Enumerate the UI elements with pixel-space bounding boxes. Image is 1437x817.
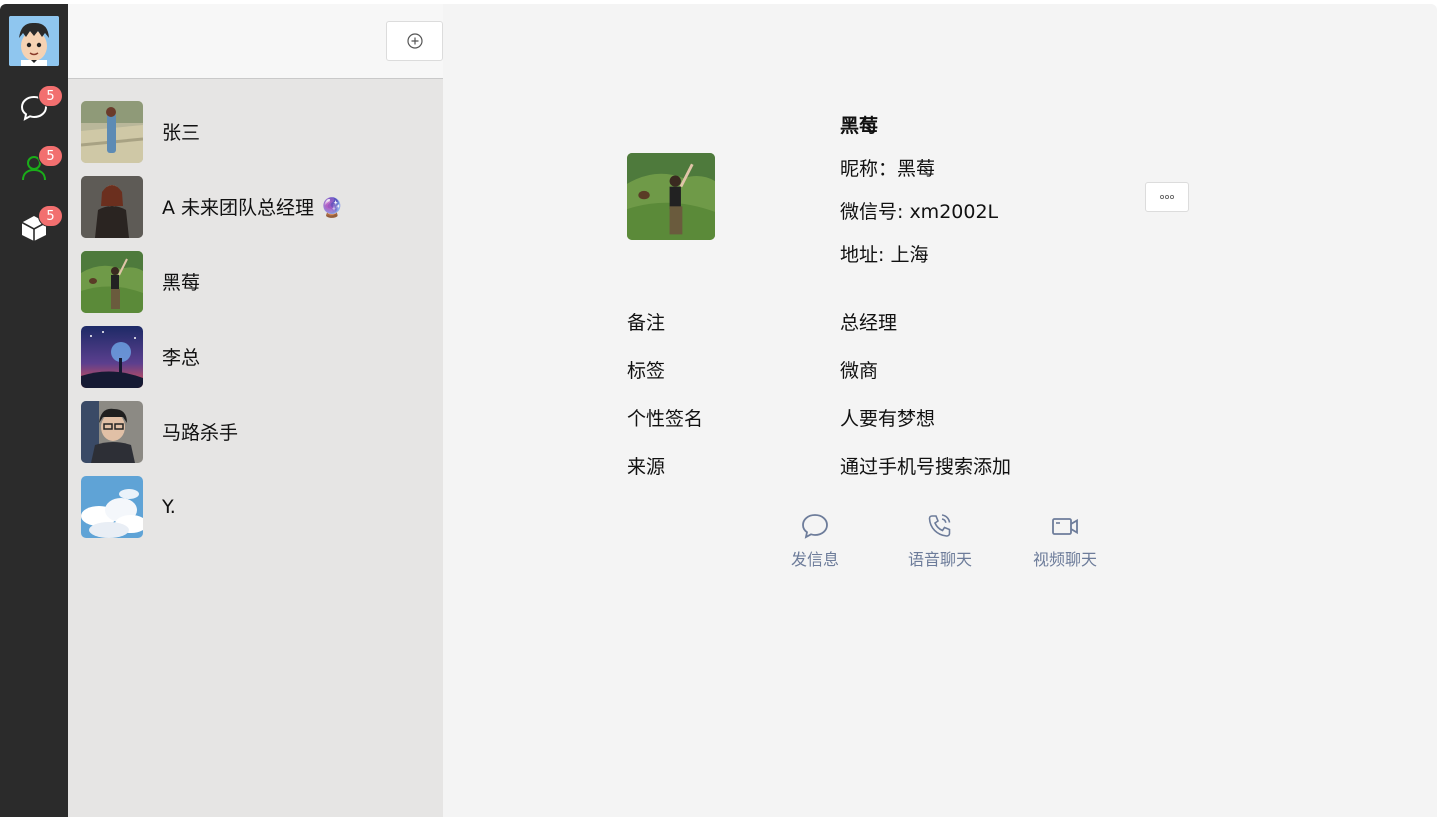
profile-wechat-id: 微信号: xm2002L: [840, 201, 999, 223]
contact-list-panel: 张三 A 未来团队总经理 🔮 黑莓 李总 马路杀手 Y.: [68, 4, 443, 817]
contacts-badge: 5: [38, 145, 63, 167]
source-label: 来源: [627, 456, 666, 478]
profile-nickname: 昵称：黑莓: [840, 158, 936, 180]
contact-item[interactable]: 李总: [68, 319, 443, 394]
my-avatar[interactable]: [9, 16, 59, 66]
apps-badge: 5: [38, 205, 63, 227]
tag-label: 标签: [627, 360, 666, 382]
profile-address: 地址: 上海: [840, 244, 929, 266]
contact-item[interactable]: 马路杀手: [68, 394, 443, 469]
contact-list-header: [68, 4, 443, 79]
video-call-button[interactable]: 视频聊天: [1020, 512, 1110, 570]
profile-name: 黑莓: [840, 115, 879, 137]
wechat-app-window: 5 5 5 张三 A 未来团队总经理 🔮 黑莓 李总 马路杀手 Y. 黑莓 昵称…: [0, 4, 1437, 817]
voice-call-label: 语音聊天: [907, 550, 972, 569]
add-contact-button[interactable]: [386, 21, 443, 61]
contact-avatar: [81, 400, 143, 463]
contact-name: 李总: [162, 347, 201, 369]
send-message-button[interactable]: 发信息: [770, 512, 860, 570]
contact-item[interactable]: 黑莓: [68, 244, 443, 319]
message-bubble-icon: [802, 514, 828, 539]
more-options-button[interactable]: [1145, 182, 1189, 212]
phone-icon: [928, 514, 951, 537]
contact-item[interactable]: 张三: [68, 94, 443, 169]
signature-value: 人要有梦想: [840, 408, 936, 430]
plus-circle-icon: [406, 33, 423, 49]
contact-item[interactable]: A 未来团队总经理 🔮: [68, 169, 443, 244]
contact-name: 马路杀手: [162, 422, 239, 444]
contact-item[interactable]: Y.: [68, 469, 443, 544]
contact-name: Y.: [162, 495, 176, 518]
contact-avatar: [81, 100, 143, 163]
remark-label: 备注: [627, 312, 666, 334]
chat-unread-badge: 5: [38, 85, 63, 107]
contact-name: 黑莓: [162, 272, 201, 294]
contact-profile-avatar[interactable]: [627, 153, 715, 240]
source-value: 通过手机号搜索添加: [840, 456, 1012, 478]
left-nav-rail: 5 5 5: [0, 4, 68, 817]
contact-detail-panel: 黑莓 昵称：黑莓 微信号: xm2002L 地址: 上海 备注 总经理 标签 微…: [443, 4, 1437, 817]
remark-value: 总经理: [840, 312, 898, 334]
video-camera-icon: [1052, 518, 1078, 535]
signature-label: 个性签名: [627, 408, 704, 430]
tag-value: 微商: [840, 360, 879, 382]
contact-avatar: [81, 325, 143, 388]
send-message-label: 发信息: [790, 550, 839, 569]
contact-avatar: [81, 250, 143, 313]
video-call-label: 视频聊天: [1032, 550, 1097, 569]
more-dots-icon: [1159, 194, 1175, 200]
voice-call-button[interactable]: 语音聊天: [895, 512, 985, 570]
contact-name: 张三: [162, 122, 201, 144]
contact-avatar: [81, 175, 143, 238]
contact-avatar: [81, 475, 143, 538]
contact-name: A 未来团队总经理 🔮: [162, 197, 344, 219]
